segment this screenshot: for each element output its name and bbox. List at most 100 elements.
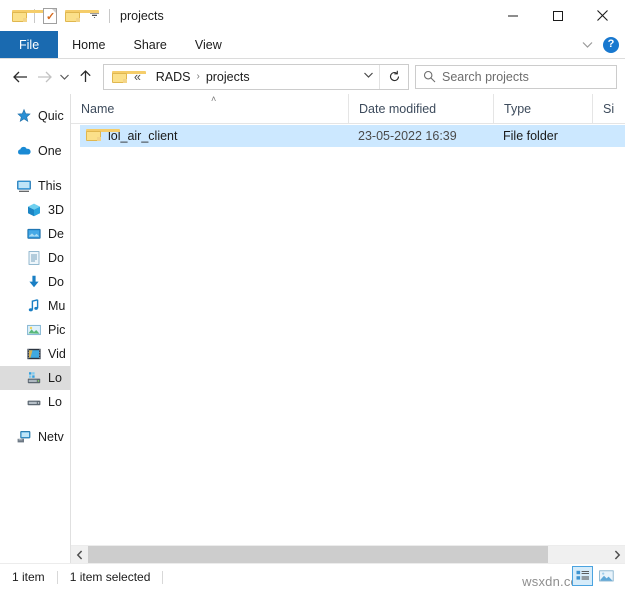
window-controls <box>490 0 625 31</box>
sidebar-item-documents[interactable]: Do <box>0 246 70 270</box>
column-header-name[interactable]: Name ˄ <box>71 94 348 123</box>
sidebar-item-label: Vid <box>48 347 66 361</box>
nav-gap-3 <box>0 414 70 425</box>
title-bar: ✓ projects <box>0 0 625 31</box>
sort-ascending-icon: ˄ <box>211 94 217 104</box>
3d-objects-icon <box>26 202 42 218</box>
file-list[interactable]: lol_air_client 23-05-2022 16:39 File fol… <box>71 124 625 545</box>
column-header-size[interactable]: Si <box>592 94 625 123</box>
minimize-button[interactable] <box>490 0 535 31</box>
sidebar-item-onedrive[interactable]: One <box>0 139 70 163</box>
column-header-date-label: Date modified <box>359 101 437 116</box>
sidebar-item-label: Lo <box>48 395 62 409</box>
qat-divider-2 <box>109 8 110 23</box>
breadcrumb-item-projects[interactable]: projects <box>206 70 250 84</box>
scrollbar-thumb[interactable] <box>88 546 548 563</box>
onedrive-cloud-icon <box>16 143 32 159</box>
tab-share[interactable]: Share <box>120 31 181 58</box>
status-divider-2 <box>162 570 164 584</box>
network-icon <box>16 429 32 445</box>
status-item-count: 1 item <box>12 570 45 584</box>
nav-gap-2 <box>0 163 70 174</box>
address-bar: « RADS › projects Search projects <box>0 59 625 94</box>
ribbon-tab-bar: File Home Share View ? <box>0 31 625 59</box>
folder-icon <box>86 128 120 144</box>
tab-file[interactable]: File <box>0 31 59 58</box>
search-box[interactable]: Search projects <box>415 64 617 89</box>
sidebar-item-label: Pic <box>48 323 66 337</box>
back-button[interactable] <box>8 65 32 89</box>
pictures-icon <box>26 322 42 338</box>
sidebar-item-label: De <box>48 227 64 241</box>
scrollbar-track[interactable] <box>88 546 608 563</box>
sidebar-item-music[interactable]: Mu <box>0 294 70 318</box>
column-header-type[interactable]: Type <box>493 94 592 123</box>
column-header-size-label: Si <box>603 101 615 116</box>
sidebar-item-label: 3D <box>48 203 64 217</box>
breadcrumb[interactable]: « RADS › projects <box>103 63 409 90</box>
file-type-cell: File folder <box>503 129 558 143</box>
window-title: projects <box>120 8 164 23</box>
file-date-cell: 23-05-2022 16:39 <box>358 129 457 143</box>
main-content: Quic One This 3D De Do Do Mu Pic Vid Lo … <box>0 94 625 563</box>
folder-icon[interactable] <box>8 5 46 27</box>
large-icons-view-button[interactable] <box>596 566 617 586</box>
help-icon[interactable]: ? <box>603 36 619 53</box>
sidebar-item-this-pc[interactable]: This <box>0 174 70 198</box>
chevron-down-icon[interactable] <box>357 71 379 82</box>
breadcrumb-separator-0 <box>147 71 150 82</box>
videos-icon <box>26 346 42 362</box>
navigation-pane[interactable]: Quic One This 3D De Do Do Mu Pic Vid Lo … <box>0 94 71 563</box>
quick-access-toolbar: ✓ projects <box>0 5 164 27</box>
desktop-icon <box>26 226 42 242</box>
chevron-down-icon[interactable] <box>581 38 594 52</box>
scroll-left-arrow-icon[interactable] <box>71 546 88 563</box>
column-headers: Name ˄ Date modified Type Si <box>71 94 625 124</box>
details-view-button[interactable] <box>572 566 593 586</box>
sidebar-item-label: This <box>38 179 62 193</box>
recent-locations-icon[interactable] <box>56 65 73 89</box>
folder-icon <box>112 70 146 83</box>
sidebar-item-desktop[interactable]: De <box>0 222 70 246</box>
refresh-icon[interactable] <box>379 64 408 89</box>
sidebar-item-label: Quic <box>38 109 64 123</box>
breadcrumb-item-rads[interactable]: RADS <box>156 70 191 84</box>
sidebar-item-network[interactable]: Netv <box>0 425 70 449</box>
search-input[interactable]: Search projects <box>442 70 529 84</box>
sidebar-item-label: Netv <box>38 430 64 444</box>
sidebar-item-pictures[interactable]: Pic <box>0 318 70 342</box>
ribbon-right-controls: ? <box>581 31 619 58</box>
up-button[interactable] <box>73 65 97 89</box>
sidebar-item-local-disk-d[interactable]: Lo <box>0 390 70 414</box>
table-row[interactable]: lol_air_client 23-05-2022 16:39 File fol… <box>80 125 625 147</box>
sidebar-item-videos[interactable]: Vid <box>0 342 70 366</box>
breadcrumb-separator-1[interactable]: › <box>196 71 199 82</box>
documents-icon <box>26 250 42 266</box>
nav-gap-1 <box>0 128 70 139</box>
sidebar-item-label: Lo <box>48 371 62 385</box>
properties-icon[interactable]: ✓ <box>39 5 61 27</box>
sidebar-item-quick-access[interactable]: Quic <box>0 104 70 128</box>
tab-view[interactable]: View <box>181 31 236 58</box>
status-bar: 1 item 1 item selected wsxdn.com <box>0 563 625 590</box>
sidebar-item-label: Do <box>48 275 64 289</box>
maximize-button[interactable] <box>535 0 580 31</box>
horizontal-scrollbar[interactable] <box>71 545 625 563</box>
scroll-right-arrow-icon[interactable] <box>608 546 625 563</box>
forward-button[interactable] <box>32 65 56 89</box>
this-pc-monitor-icon <box>16 178 32 194</box>
close-button[interactable] <box>580 0 625 31</box>
column-header-date-modified[interactable]: Date modified <box>348 94 493 123</box>
tab-home[interactable]: Home <box>58 31 119 58</box>
sidebar-item-3d-objects[interactable]: 3D <box>0 198 70 222</box>
local-disk-c-icon <box>26 370 42 386</box>
column-header-type-label: Type <box>504 101 532 116</box>
chevron-down-icon[interactable] <box>83 5 105 27</box>
new-folder-icon[interactable] <box>61 5 99 27</box>
downloads-icon <box>26 274 42 290</box>
music-icon <box>26 298 42 314</box>
sidebar-item-local-disk-c[interactable]: Lo <box>0 366 70 390</box>
sidebar-item-downloads[interactable]: Do <box>0 270 70 294</box>
quick-access-star-icon <box>16 108 32 124</box>
view-mode-buttons <box>572 566 617 586</box>
